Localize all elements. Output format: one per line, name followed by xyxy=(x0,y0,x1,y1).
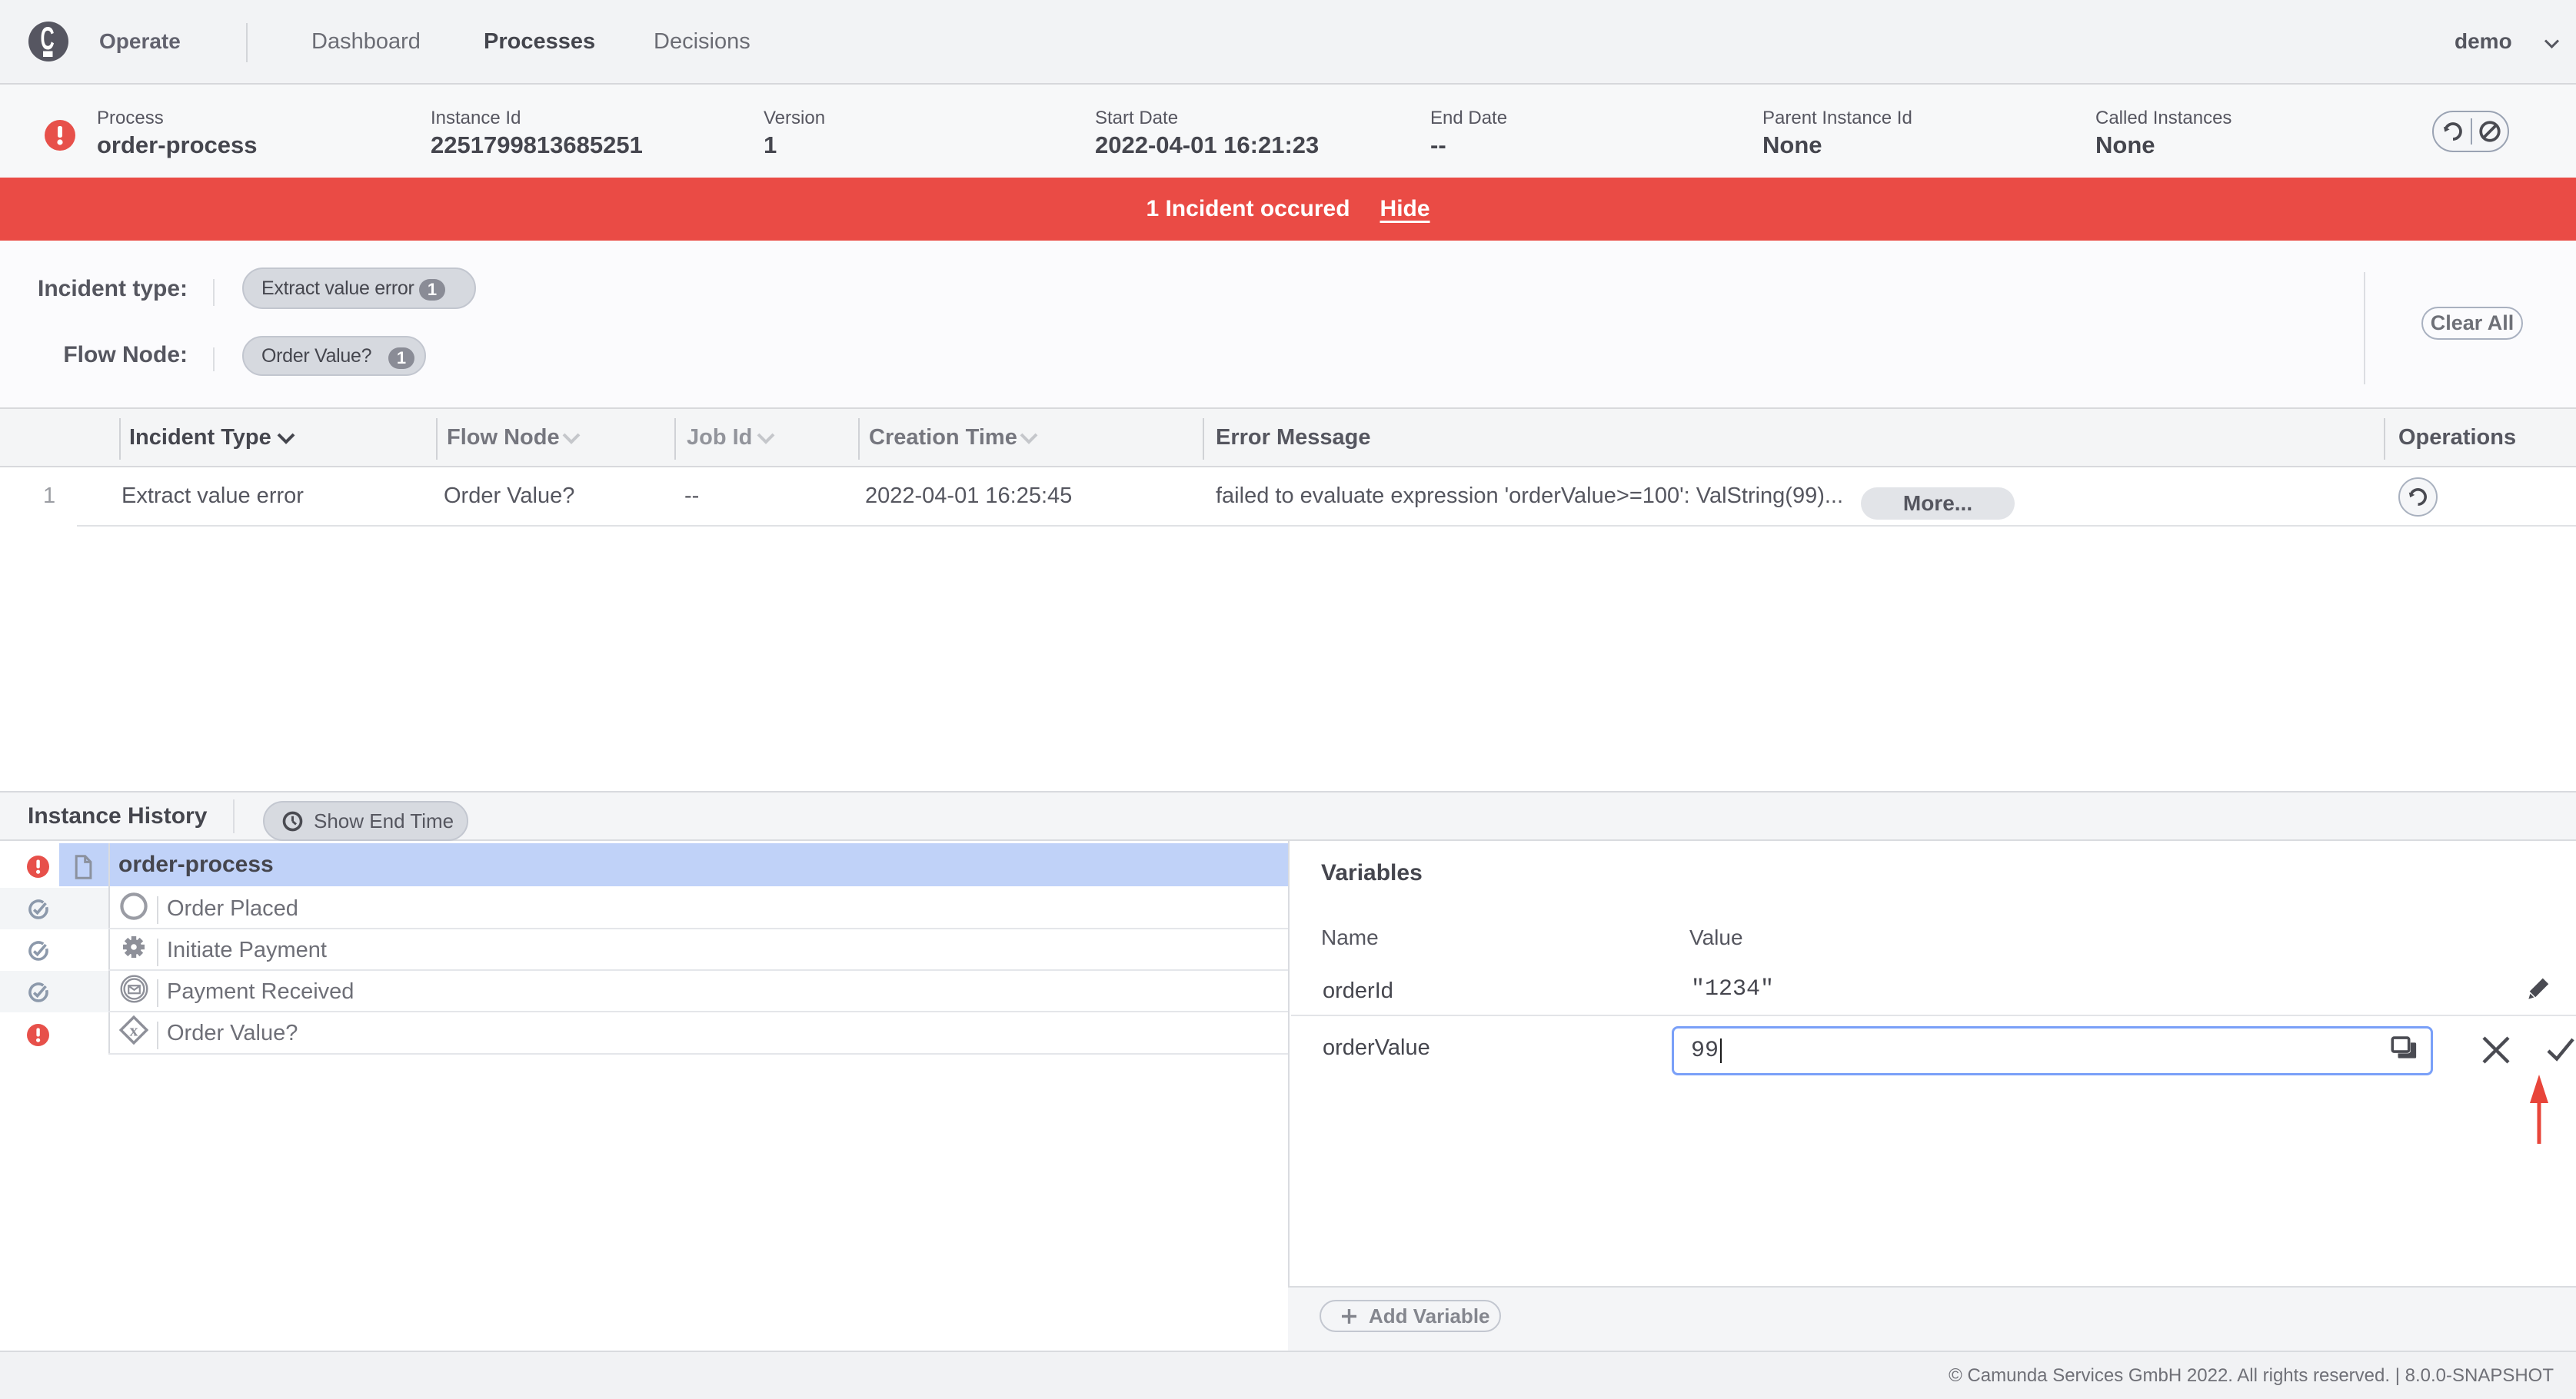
svg-text:x: x xyxy=(130,1021,138,1040)
